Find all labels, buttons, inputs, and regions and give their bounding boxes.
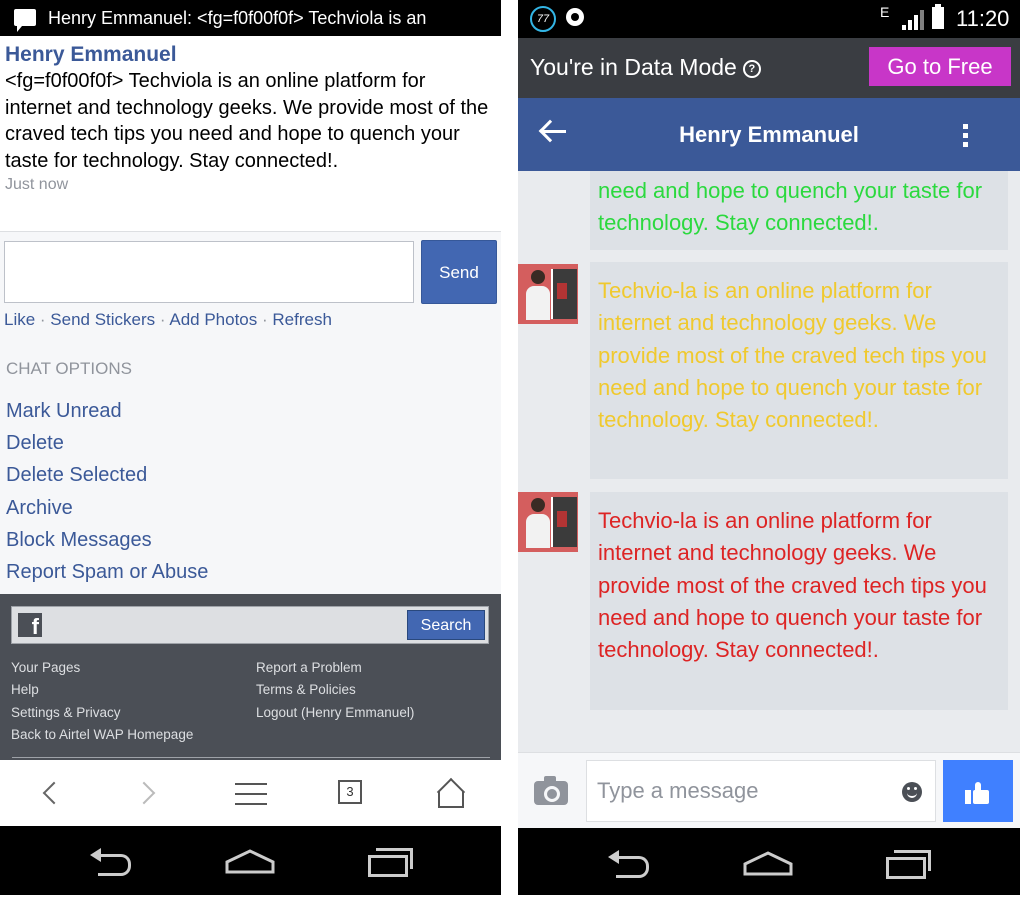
data-mode-text: You're in Data Mode xyxy=(530,54,737,80)
sender-name[interactable]: Henry Emmanuel xyxy=(5,42,497,68)
delete-link[interactable]: Delete xyxy=(6,427,208,459)
search-button[interactable]: Search xyxy=(407,610,485,640)
home-icon[interactable] xyxy=(436,777,467,808)
message-input[interactable] xyxy=(4,241,414,303)
report-problem-link[interactable]: Report a Problem xyxy=(256,657,414,679)
system-nav-bar xyxy=(0,826,501,895)
facebook-logo[interactable]: f xyxy=(18,613,42,637)
footer-links-right: Report a Problem Terms & Policies Logout… xyxy=(256,657,414,724)
go-to-free-button[interactable]: Go to Free xyxy=(869,47,1011,86)
app-badge-icon: 77 xyxy=(530,6,556,32)
data-mode-label: You're in Data Mode? xyxy=(530,54,761,81)
clock: 11:20 xyxy=(956,6,1010,31)
footer-divider xyxy=(12,757,490,758)
message-time: Just now xyxy=(5,176,69,193)
menu-icon[interactable] xyxy=(235,778,267,808)
messenger-app-panel: 77 E 11:20 You're in Data Mode? Go to Fr… xyxy=(518,0,1020,895)
system-recents-icon[interactable] xyxy=(884,850,932,880)
footer: f Search Your Pages Help Settings & Priv… xyxy=(0,594,501,760)
conversation-title-bar: Henry Emmanuel xyxy=(518,98,1020,171)
search-input[interactable]: f Search xyxy=(11,606,489,644)
browser-toolbar: 3 xyxy=(0,760,501,826)
tab-count: 3 xyxy=(338,780,362,804)
notification-text: Henry Emmanuel: <fg=f0f00f0f> Techviola … xyxy=(48,8,427,28)
notification-bar[interactable]: Henry Emmanuel: <fg=f0f00f0f> Techviola … xyxy=(0,0,501,36)
forward-icon[interactable] xyxy=(132,778,164,808)
report-spam-link[interactable]: Report Spam or Abuse xyxy=(6,556,208,588)
message-bubble[interactable]: Techvio-la is an online platform for int… xyxy=(590,262,1008,479)
network-type: E xyxy=(880,4,890,20)
system-back-icon[interactable] xyxy=(606,850,650,880)
mobile-browser-panel: Henry Emmanuel: <fg=f0f00f0f> Techviola … xyxy=(0,0,501,895)
system-recents-icon[interactable] xyxy=(366,848,414,878)
logout-link[interactable]: Logout (Henry Emmanuel) xyxy=(256,702,414,724)
message-block: Henry Emmanuel <fg=f0f00f0f> Techviola i… xyxy=(5,42,497,196)
message-bubble[interactable]: need and hope to quench your taste for t… xyxy=(590,171,1008,250)
back-icon[interactable] xyxy=(38,778,68,808)
data-mode-banner: You're in Data Mode? Go to Free xyxy=(518,38,1020,98)
separator: · xyxy=(35,310,51,329)
message-bubble[interactable]: Techvio-la is an online platform for int… xyxy=(590,492,1008,710)
like-link[interactable]: Like xyxy=(4,310,35,329)
overflow-menu-icon[interactable] xyxy=(962,124,970,148)
refresh-link[interactable]: Refresh xyxy=(272,310,332,329)
avatar[interactable] xyxy=(518,492,578,552)
emoji-icon[interactable] xyxy=(902,782,922,802)
thumbs-up-icon xyxy=(965,780,989,804)
message-composer: Type a message xyxy=(518,752,1020,829)
signal-icon xyxy=(902,10,924,30)
footer-links-left: Your Pages Help Settings & Privacy Back … xyxy=(11,657,193,746)
sync-icon xyxy=(566,8,584,26)
like-button[interactable] xyxy=(943,760,1013,822)
message-text: <fg=f0f00f0f> Techviola is an online pla… xyxy=(5,70,489,172)
conversation-title[interactable]: Henry Emmanuel xyxy=(518,122,1020,148)
block-messages-link[interactable]: Block Messages xyxy=(6,524,208,556)
message-actions: Like · Send Stickers · Add Photos · Refr… xyxy=(4,310,332,330)
separator: · xyxy=(257,310,273,329)
status-bar: 77 E 11:20 xyxy=(518,0,1020,38)
camera-icon[interactable] xyxy=(534,776,568,805)
message-icon xyxy=(14,9,36,32)
chat-options: CHAT OPTIONS Mark Unread Delete Delete S… xyxy=(0,340,501,594)
send-stickers-link[interactable]: Send Stickers xyxy=(50,310,155,329)
chat-options-heading: CHAT OPTIONS xyxy=(6,359,132,378)
help-link[interactable]: Help xyxy=(11,679,193,701)
terms-policies-link[interactable]: Terms & Policies xyxy=(256,679,414,701)
avatar[interactable] xyxy=(518,264,578,324)
system-back-icon[interactable] xyxy=(88,848,132,878)
chat-options-list: Mark Unread Delete Delete Selected Archi… xyxy=(6,395,208,588)
separator: · xyxy=(155,310,170,329)
compose-area: Send Like · Send Stickers · Add Photos ·… xyxy=(0,231,501,341)
airtel-homepage-link[interactable]: Back to Airtel WAP Homepage xyxy=(11,724,193,746)
mark-unread-link[interactable]: Mark Unread xyxy=(6,395,208,427)
system-home-icon[interactable] xyxy=(224,848,276,874)
settings-privacy-link[interactable]: Settings & Privacy xyxy=(11,702,193,724)
help-icon[interactable]: ? xyxy=(742,59,761,78)
add-photos-link[interactable]: Add Photos xyxy=(169,310,257,329)
tabs-icon[interactable]: 3 xyxy=(338,778,368,808)
system-nav-bar xyxy=(518,828,1020,895)
system-home-icon[interactable] xyxy=(742,850,794,876)
delete-selected-link[interactable]: Delete Selected xyxy=(6,459,208,491)
your-pages-link[interactable]: Your Pages xyxy=(11,657,193,679)
battery-icon xyxy=(932,4,944,29)
type-message-input[interactable]: Type a message xyxy=(586,760,936,822)
archive-link[interactable]: Archive xyxy=(6,492,208,524)
send-button[interactable]: Send xyxy=(421,240,497,304)
